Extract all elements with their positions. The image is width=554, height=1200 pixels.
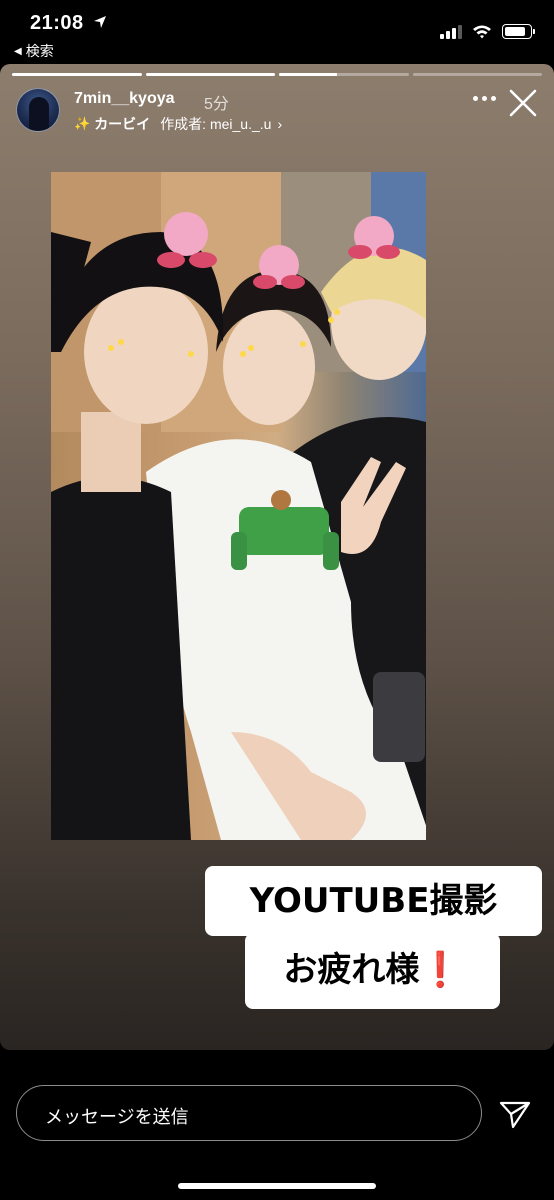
text-sticker-line2: お疲れ様❗ [245, 933, 500, 1009]
back-label: 検索 [25, 43, 54, 59]
progress-segment [145, 73, 275, 76]
avatar[interactable] [16, 88, 60, 132]
status-bar: 21:08 ◀ 検索 [0, 0, 554, 64]
location-arrow-icon [94, 16, 106, 28]
battery-icon [502, 24, 535, 39]
wifi-icon [473, 25, 491, 39]
story-progress-bar [12, 73, 542, 76]
chevron-right-icon: › [277, 116, 283, 132]
story-username[interactable]: 7min__kyoya [74, 90, 175, 108]
effect-name: カービイ [94, 116, 151, 132]
cellular-signal-icon [440, 24, 462, 39]
progress-segment [12, 73, 142, 76]
text-sticker-line2-text: お疲れ様 [283, 950, 420, 990]
story-time-ago: 5分 [204, 96, 229, 113]
system-icons [440, 24, 535, 39]
progress-segment-fill [12, 73, 142, 76]
story-photo [51, 172, 426, 840]
effect-attribution[interactable]: ✨ カービイ 作成者: mei_u._.u › [74, 114, 282, 134]
more-dots-icon[interactable] [473, 96, 496, 101]
text-sticker-line1: YOUTUBE撮影 [205, 866, 542, 936]
story-header: 7min__kyoya 5分 ✨ カービイ 作成者: mei_u._.u › [16, 88, 538, 136]
sparkle-icon: ✨ [74, 116, 91, 131]
home-indicator[interactable] [178, 1183, 376, 1189]
exclamation-mark-icon: ❗ [419, 950, 462, 990]
progress-segment [279, 73, 409, 76]
effect-author: 作成者: mei_u._.u [160, 116, 272, 132]
send-icon[interactable] [498, 1099, 532, 1129]
status-time: 21:08 [30, 12, 84, 34]
back-to-search-link[interactable]: ◀ 検索 [14, 41, 54, 61]
progress-segment [412, 73, 542, 76]
back-arrow-icon: ◀ [14, 45, 22, 57]
message-placeholder: メッセージを送信 [45, 1107, 189, 1127]
progress-segment-fill [145, 73, 275, 76]
story-card[interactable]: 7min__kyoya 5分 ✨ カービイ 作成者: mei_u._.u › Y… [0, 64, 554, 1050]
battery-level-fill [505, 27, 526, 36]
progress-segment-fill [279, 73, 338, 76]
message-input[interactable]: メッセージを送信 [16, 1085, 482, 1141]
close-icon[interactable] [508, 88, 538, 118]
